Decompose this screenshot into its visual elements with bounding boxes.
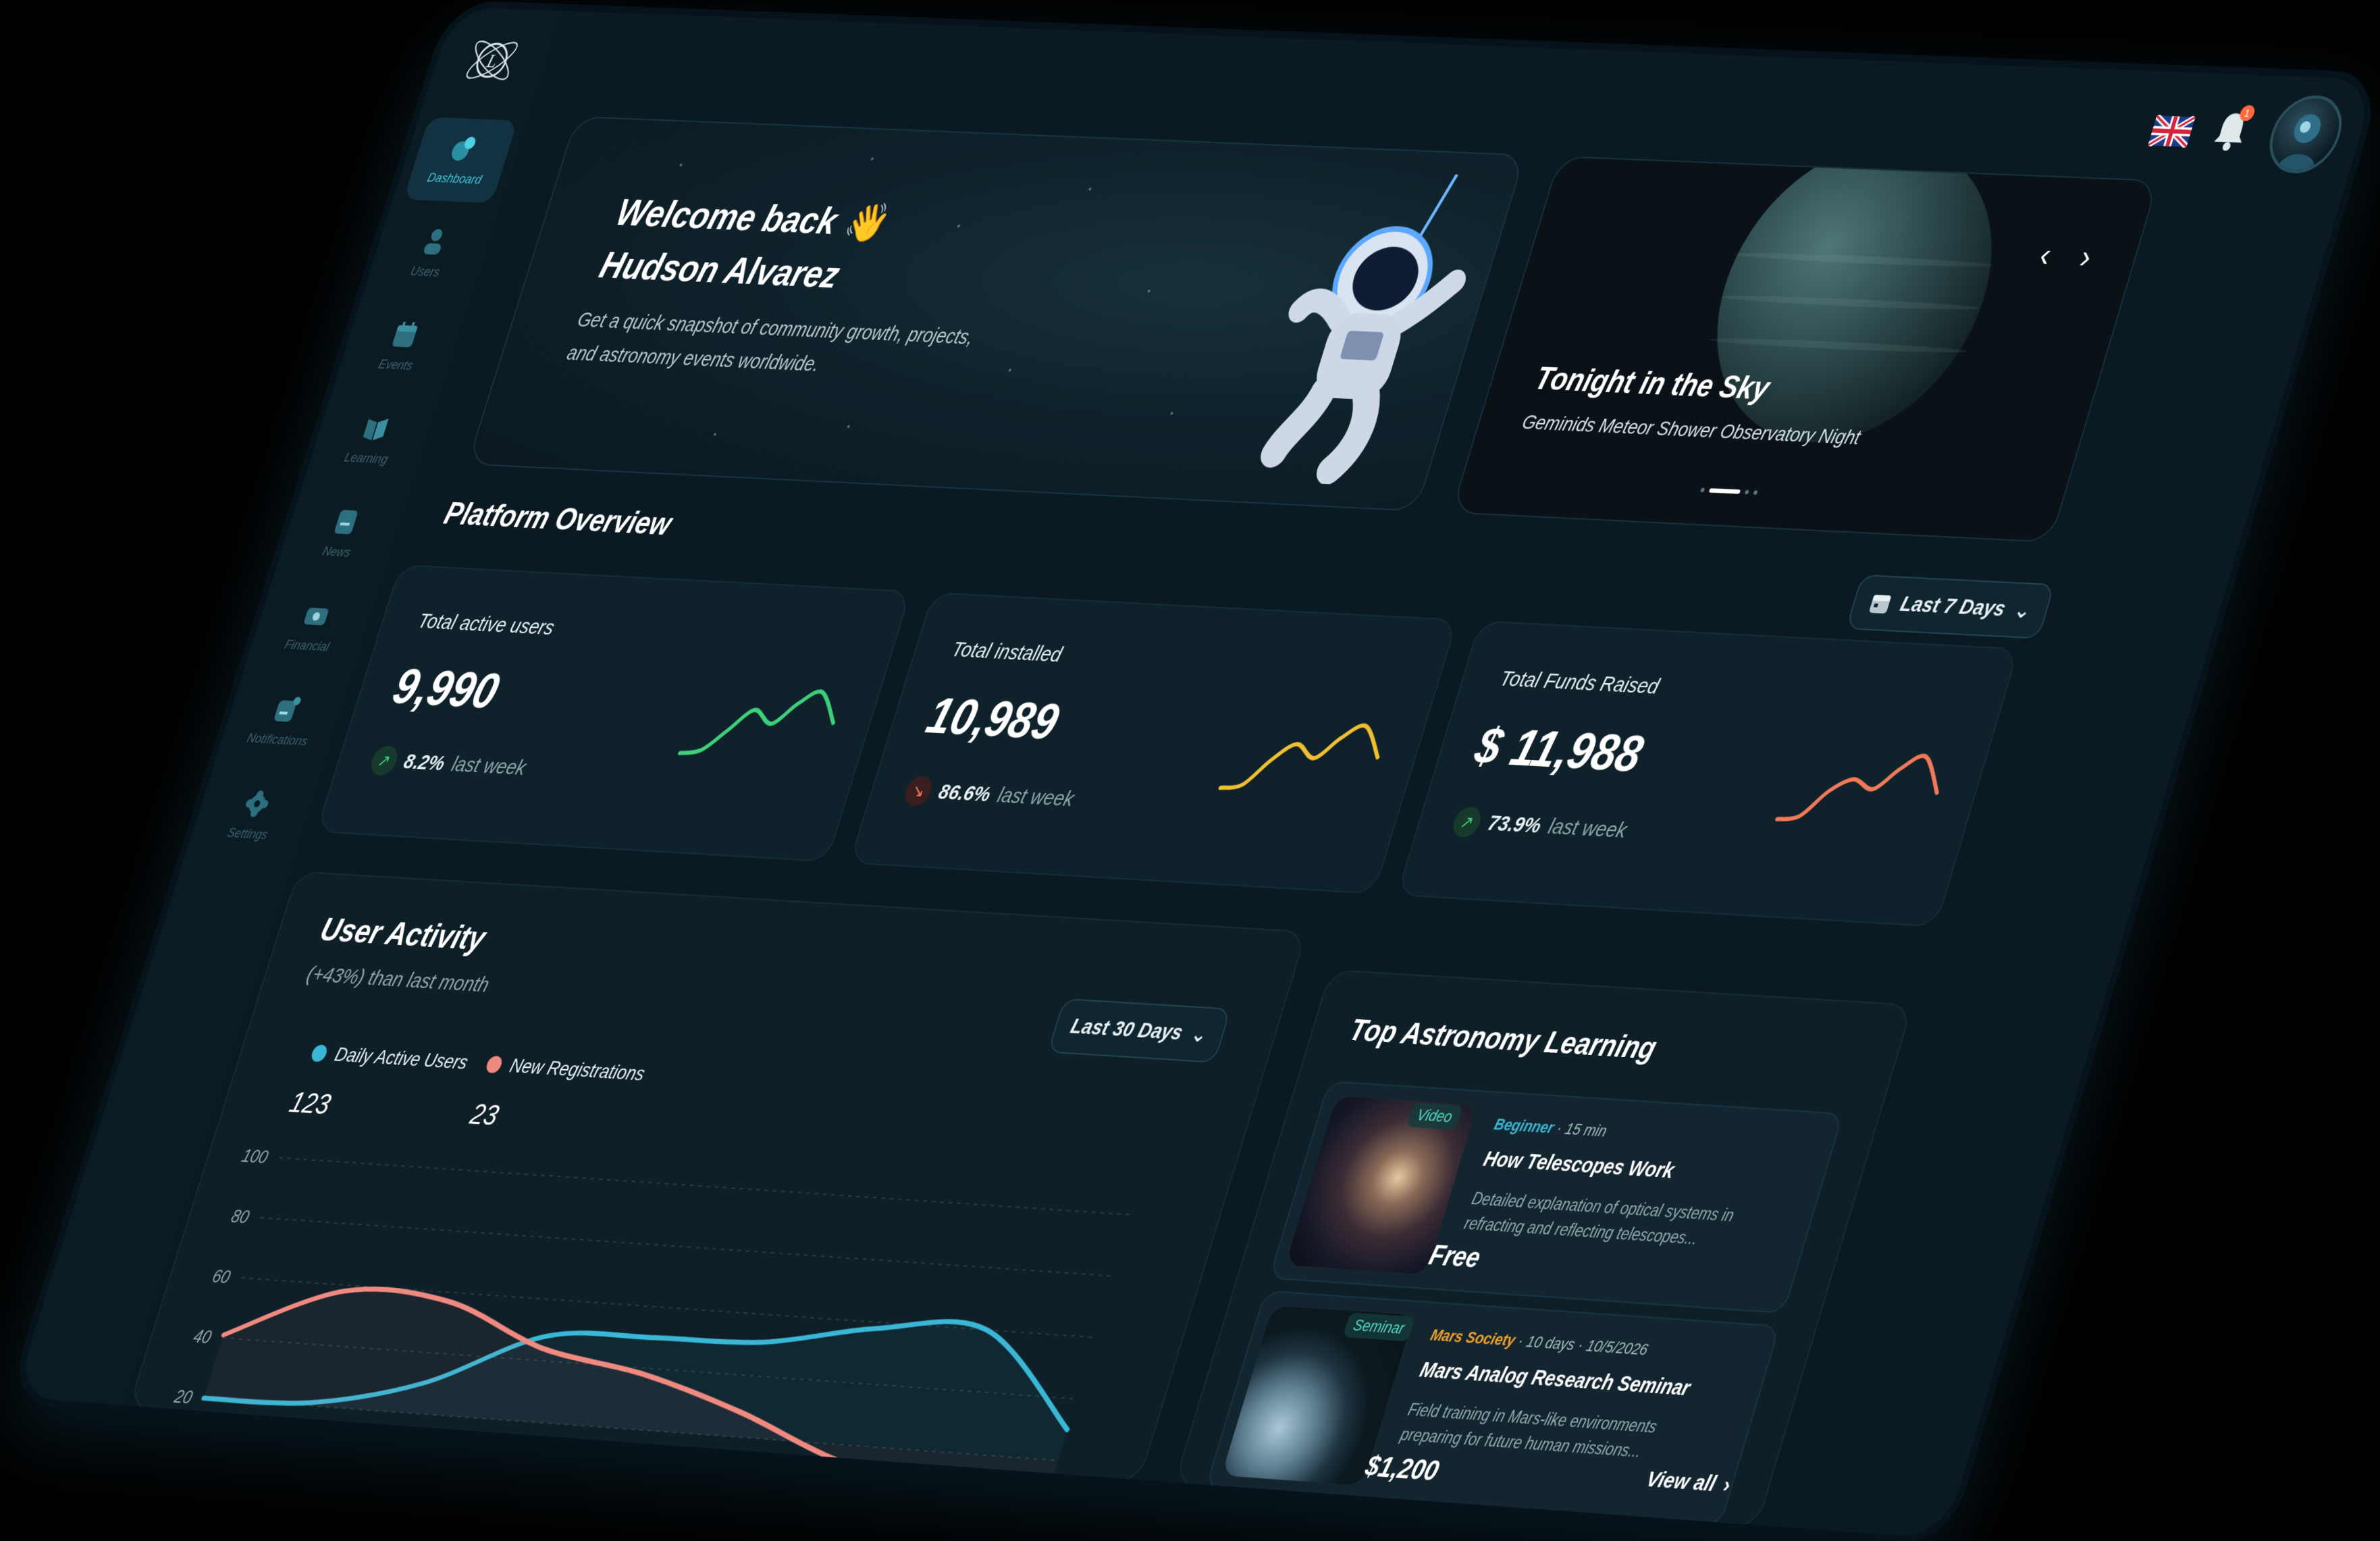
activity-line-chart: 100 80 60 40 20 [171, 1145, 1222, 1482]
legend-item-new-registrations: New Registrations [483, 1053, 647, 1086]
stat-label: Total active users [415, 609, 558, 640]
stat-card-active-users: Total active users 9,990 ↗ 8.2% last wee… [315, 564, 911, 863]
svg-text:L: L [484, 50, 500, 72]
stat-change: ↗ 8.2% last week [367, 745, 529, 783]
course-name: Mars Analog Research Seminar [1417, 1358, 1693, 1401]
sidebar-item-settings[interactable]: Settings [196, 771, 311, 860]
y-tick-label: 40 [191, 1326, 215, 1347]
y-tick-label: 20 [171, 1386, 195, 1408]
astronaut-illustration [1223, 169, 1500, 488]
activity-range-label: Last 30 Days [1067, 1014, 1186, 1045]
sidebar-item-news[interactable]: News [285, 489, 400, 577]
user-activity-panel: User Activity (+43%) than last month Las… [128, 871, 1308, 1483]
stat-label: Total Funds Raised [1497, 666, 1662, 699]
sparkline [668, 674, 851, 782]
course-name: How Telescopes Work [1481, 1147, 1677, 1183]
trend-down-icon: ↘ [901, 775, 936, 807]
sparkline-path [1221, 719, 1387, 796]
notification-icon [273, 697, 302, 722]
sidebar-item-label: Financial [282, 637, 332, 655]
course-description: Field training in Mars-like environments… [1398, 1399, 1660, 1461]
sidebar-item-label: News [320, 544, 353, 560]
stat-label: Total installed [949, 637, 1065, 667]
chevron-down-icon: ⌄ [2011, 597, 2034, 623]
course-meta: Mars Society · 10 days · 10/5/2026 [1428, 1325, 1651, 1359]
sparkline-path [1777, 749, 1947, 828]
sidebar-item-learning[interactable]: Learning [315, 396, 429, 484]
carousel-dots[interactable] [1699, 487, 1758, 495]
course-price: $1,200 [1361, 1451, 1443, 1488]
learning-title: Top Astronomy Learning [1345, 1012, 1661, 1066]
sidebar-item-events[interactable]: Events [344, 303, 459, 390]
sidebar-item-label: Settings [225, 826, 270, 843]
activity-title: User Activity [316, 910, 490, 957]
sidebar-item-label: Events [376, 357, 415, 374]
course-card[interactable]: Video Beginner · 15 min How Telescopes W… [1268, 1080, 1844, 1314]
sidebar-item-label: Learning [342, 450, 390, 467]
notification-bell[interactable]: 1 [2205, 104, 2258, 156]
welcome-subtitle: Get a quick snapshot of community growth… [564, 308, 977, 377]
avatar[interactable] [2260, 94, 2352, 175]
astronaut-avatar-icon [2276, 113, 2325, 171]
sparkline [1766, 734, 1959, 844]
calendar-icon [1868, 595, 1892, 614]
welcome-greeting: Welcome back 👋 Hudson Alvarez [593, 186, 893, 303]
trend-up-icon: ↗ [367, 745, 401, 776]
sidebar-item-users[interactable]: Users [374, 210, 489, 296]
dashboard-icon [449, 136, 477, 161]
y-tick-label: 100 [239, 1145, 271, 1168]
overview-title: Platform Overview [440, 496, 676, 542]
sidebar-item-label: Users [408, 264, 442, 280]
carousel-next-button[interactable]: › [2075, 237, 2096, 276]
y-tick-label: 60 [210, 1266, 234, 1288]
course-meta: Beginner · 15 min [1491, 1114, 1610, 1141]
sidebar-item-financial[interactable]: Financial [255, 583, 370, 672]
daily-active-value: 123 [286, 1087, 335, 1120]
wallet-icon [303, 607, 329, 626]
logo-icon: L [456, 28, 528, 92]
stat-change: ↗ 73.9% last week [1449, 806, 1631, 846]
stat-value: 10,989 [920, 687, 1065, 751]
overview-range-label: Last 7 Days [1897, 591, 2009, 622]
dashboard-device: L Dashboard Users Events Learning News F… [13, 7, 2377, 1539]
course-type-badge: Video [1406, 1102, 1463, 1130]
trend-up-icon: ↗ [1449, 806, 1485, 838]
stat-card-funds-raised: Total Funds Raised $ 11,988 ↗ 73.9% last… [1396, 620, 2019, 927]
sidebar-item-notifications[interactable]: Notifications [226, 676, 341, 765]
sparkline [1210, 703, 1398, 812]
calendar-icon [392, 321, 419, 348]
uk-flag-icon[interactable] [2148, 115, 2196, 148]
welcome-banner: Welcome back 👋 Hudson Alvarez Get a quic… [467, 115, 1526, 512]
new-registrations-value: 23 [467, 1098, 503, 1132]
y-tick-label: 80 [229, 1206, 253, 1228]
legend-item-daily-active: Daily Active Users [309, 1042, 471, 1074]
carousel-prev-button[interactable]: ‹ [2035, 235, 2057, 274]
gear-icon [244, 790, 269, 817]
stat-value: $ 11,988 [1469, 717, 1650, 783]
stat-change: ↘ 86.6% last week [901, 775, 1078, 815]
course-type-badge: Seminar [1342, 1312, 1416, 1342]
sidebar-item-label: Notifications [245, 730, 310, 749]
sidebar-item-dashboard[interactable]: Dashboard [403, 117, 519, 204]
sky-carousel: ‹ › Tonight in the Sky Geminids Meteor S… [1450, 155, 2159, 543]
course-price: Free [1425, 1240, 1484, 1274]
sidebar-item-label: Dashboard [425, 170, 484, 188]
user-name: Hudson Alvarez [595, 244, 845, 296]
stat-card-installed: Total installed 10,989 ↘ 86.6% last week [849, 592, 1458, 894]
activity-range-dropdown[interactable]: Last 30 Days ⌄ [1047, 998, 1232, 1063]
news-icon [334, 510, 359, 535]
overview-range-dropdown[interactable]: Last 7 Days ⌄ [1845, 574, 2055, 639]
course-description: Detailed explanation of optical systems … [1462, 1189, 1737, 1248]
stat-value: 9,990 [386, 658, 506, 719]
users-icon [422, 228, 444, 255]
activity-subtitle: (+43%) than last month [304, 962, 492, 997]
sparkline-path [680, 685, 843, 761]
grid-line [280, 1158, 1133, 1215]
grid-line [261, 1218, 1115, 1276]
chevron-down-icon: ⌄ [1188, 1022, 1211, 1047]
learning-panel: Top Astronomy Learning Video Beginner · … [1173, 969, 1913, 1528]
book-icon [362, 418, 389, 441]
